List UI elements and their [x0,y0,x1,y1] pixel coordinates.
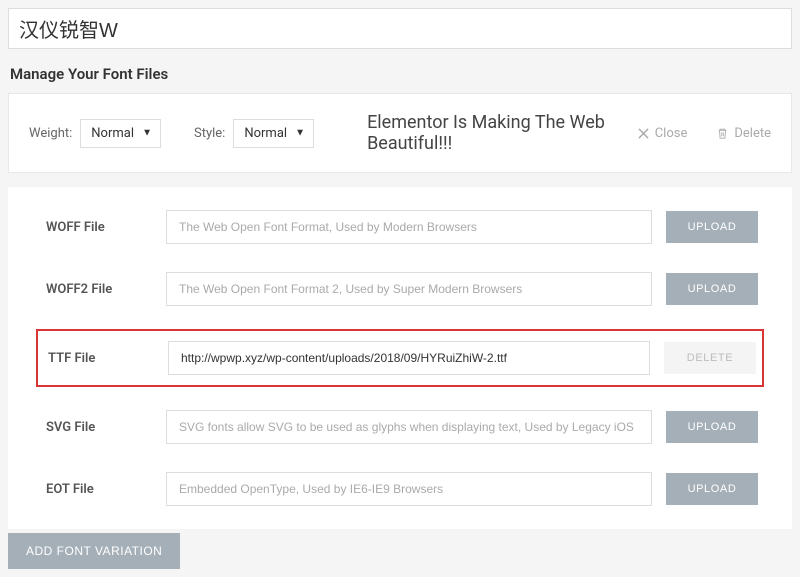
file-row-label: WOFF File [42,220,152,235]
file-path-input[interactable] [168,341,650,375]
file-path-input[interactable] [166,210,652,244]
upload-button[interactable]: UPLOAD [666,211,758,243]
file-path-input[interactable] [166,410,652,444]
file-row-label: WOFF2 File [42,282,152,297]
caret-down-icon: ▼ [295,128,305,139]
file-rows-container: WOFF File UPLOAD WOFF2 File UPLOAD TTF File D… [8,187,792,529]
weight-select[interactable]: Normal ▼ [80,119,161,148]
upload-button[interactable]: UPLOAD [666,411,758,443]
variation-controls-panel: Weight: Normal ▼ Style: Normal ▼ Element… [8,93,792,173]
file-row-label: TTF File [44,351,154,366]
file-row: WOFF File UPLOAD [36,205,764,249]
font-preview-text: Elementor Is Making The Web Beautiful!!! [347,112,630,154]
upload-button[interactable]: UPLOAD [666,273,758,305]
variation-actions: Close Delete [638,126,771,141]
font-name-input[interactable] [8,8,792,49]
upload-button[interactable]: UPLOAD [666,473,758,505]
file-path-input[interactable] [166,272,652,306]
file-row: EOT File UPLOAD [36,467,764,511]
file-row: SVG File UPLOAD [36,405,764,449]
close-action[interactable]: Close [638,126,688,141]
delete-action[interactable]: Delete [717,126,771,141]
section-title: Manage Your Font Files [8,65,792,83]
file-row-label: SVG File [42,420,152,435]
trash-icon [717,128,728,139]
add-font-variation-button[interactable]: ADD FONT VARIATION [8,533,180,569]
weight-select-value: Normal [91,126,134,141]
file-path-input[interactable] [166,472,652,506]
weight-label: Weight: [29,126,72,141]
file-row: WOFF2 File UPLOAD [36,267,764,311]
close-icon [638,128,649,139]
style-select-value: Normal [244,126,287,141]
style-label: Style: [194,126,225,141]
style-select[interactable]: Normal ▼ [233,119,314,148]
delete-label: Delete [734,126,771,141]
delete-button[interactable]: DELETE [664,342,756,374]
caret-down-icon: ▼ [142,128,152,139]
file-row: TTF File DELETE [36,329,764,387]
file-row-label: EOT File [42,482,152,497]
close-label: Close [655,126,688,141]
